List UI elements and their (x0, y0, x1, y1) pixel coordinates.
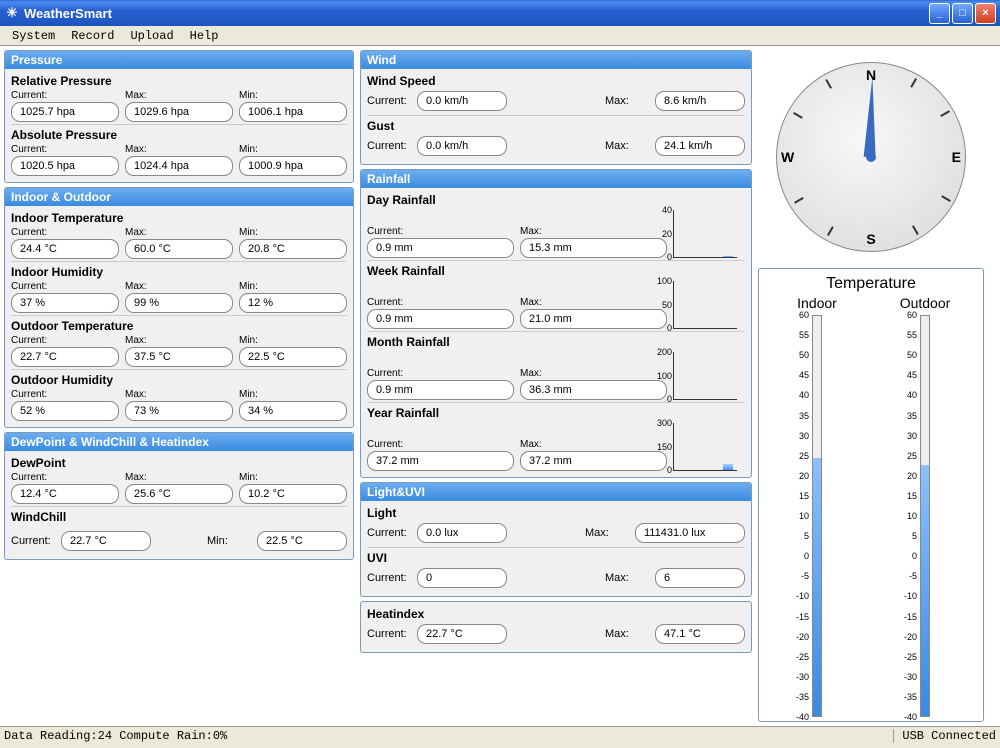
menubar: System Record Upload Help (0, 26, 1000, 46)
dewpoint-max: 25.6 °C (125, 484, 233, 504)
gust-max: 24.1 km/h (655, 136, 745, 156)
year-rain-current: 37.2 mm (367, 451, 514, 471)
light-max: 111431.0 lux (635, 523, 745, 543)
indoor-outdoor-panel: Indoor & Outdoor Indoor Temperature Curr… (4, 187, 354, 428)
label-min: Min: (239, 89, 347, 102)
compass-s: S (866, 231, 875, 247)
uvi-max: 6 (655, 568, 745, 588)
label-current: Current: (11, 89, 119, 102)
day-rain-max: 15.3 mm (520, 238, 667, 258)
outdoor-temp-min: 22.5 °C (239, 347, 347, 367)
compass-w: W (781, 149, 794, 165)
month-rain-max: 36.3 mm (520, 380, 667, 400)
dewpoint-current: 12.4 °C (11, 484, 119, 504)
uvi-current: 0 (417, 568, 507, 588)
relative-pressure-title: Relative Pressure (11, 71, 347, 89)
compass-needle-icon (864, 77, 879, 157)
window-titlebar: ☀ WeatherSmart _ □ × (0, 0, 1000, 26)
window-title: WeatherSmart (24, 6, 112, 21)
status-left: Data Reading:24 Compute Rain:0% (4, 729, 227, 743)
menu-record[interactable]: Record (63, 27, 122, 45)
indoor-temp-min: 20.8 °C (239, 239, 347, 259)
pressure-header: Pressure (5, 51, 353, 69)
month-rain-current: 0.9 mm (367, 380, 514, 400)
menu-help[interactable]: Help (182, 27, 227, 45)
week-rain-chart: 100 50 0 (673, 281, 737, 329)
outdoor-hum-max: 73 % (125, 401, 233, 421)
windchill-min: 22.5 °C (257, 531, 347, 551)
temperature-title: Temperature (763, 273, 979, 295)
indoor-thermometer: Indoor 605550454035302520151050-5-10-15-… (791, 295, 843, 717)
relative-pressure-max: 1029.6 hpa (125, 102, 233, 122)
menu-system[interactable]: System (4, 27, 63, 45)
outdoor-temp-max: 37.5 °C (125, 347, 233, 367)
temperature-panel: Temperature Indoor 605550454035302520151… (758, 268, 984, 722)
outdoor-hum-min: 34 % (239, 401, 347, 421)
heatindex-current: 22.7 °C (417, 624, 507, 644)
menu-upload[interactable]: Upload (122, 27, 181, 45)
indoor-hum-min: 12 % (239, 293, 347, 313)
indoor-temp-max: 60.0 °C (125, 239, 233, 259)
week-rain-max: 21.0 mm (520, 309, 667, 329)
relative-pressure-current: 1025.7 hpa (11, 102, 119, 122)
statusbar: Data Reading:24 Compute Rain:0% USB Conn… (0, 726, 1000, 745)
absolute-pressure-max: 1024.4 hpa (125, 156, 233, 176)
outdoor-thermometer: Outdoor 605550454035302520151050-5-10-15… (899, 295, 951, 717)
wind-panel: Wind Wind Speed Current: 0.0 km/h Max: 8… (360, 50, 752, 165)
absolute-pressure-title: Absolute Pressure (11, 124, 347, 143)
week-rain-current: 0.9 mm (367, 309, 514, 329)
label-max: Max: (125, 89, 233, 102)
windchill-current: 22.7 °C (61, 531, 151, 551)
dewpoint-min: 10.2 °C (239, 484, 347, 504)
outdoor-hum-current: 52 % (11, 401, 119, 421)
absolute-pressure-current: 1020.5 hpa (11, 156, 119, 176)
year-rain-chart: 300 150 0 (673, 423, 737, 471)
heatindex-max: 47.1 °C (655, 624, 745, 644)
day-rain-chart: 40 20 0 (673, 210, 737, 258)
indoor-hum-max: 99 % (125, 293, 233, 313)
compass-gauge: N S E W (758, 50, 984, 264)
minimize-button[interactable]: _ (929, 3, 950, 24)
maximize-button[interactable]: □ (952, 3, 973, 24)
status-right: USB Connected (893, 729, 996, 743)
light-current: 0.0 lux (417, 523, 507, 543)
wind-speed-max: 8.6 km/h (655, 91, 745, 111)
wind-speed-current: 0.0 km/h (417, 91, 507, 111)
light-uvi-panel: Light&UVI Light Current: 0.0 lux Max: 11… (360, 482, 752, 597)
close-button[interactable]: × (975, 3, 996, 24)
heatindex-panel: Heatindex Current: 22.7 °C Max: 47.1 °C (360, 601, 752, 653)
indoor-hum-current: 37 % (11, 293, 119, 313)
absolute-pressure-min: 1000.9 hpa (239, 156, 347, 176)
month-rain-chart: 200 100 0 (673, 352, 737, 400)
pressure-panel: Pressure Relative Pressure Current:1025.… (4, 50, 354, 183)
outdoor-temp-current: 22.7 °C (11, 347, 119, 367)
year-rain-max: 37.2 mm (520, 451, 667, 471)
relative-pressure-min: 1006.1 hpa (239, 102, 347, 122)
indoor-temp-current: 24.4 °C (11, 239, 119, 259)
app-icon: ☀ (4, 5, 20, 21)
compass-e: E (952, 149, 961, 165)
day-rain-current: 0.9 mm (367, 238, 514, 258)
rainfall-panel: Rainfall Day Rainfall Current:0.9 mm Max… (360, 169, 752, 478)
gust-current: 0.0 km/h (417, 136, 507, 156)
dewpoint-windchill-panel: DewPoint & WindChill & Heatindex DewPoin… (4, 432, 354, 560)
